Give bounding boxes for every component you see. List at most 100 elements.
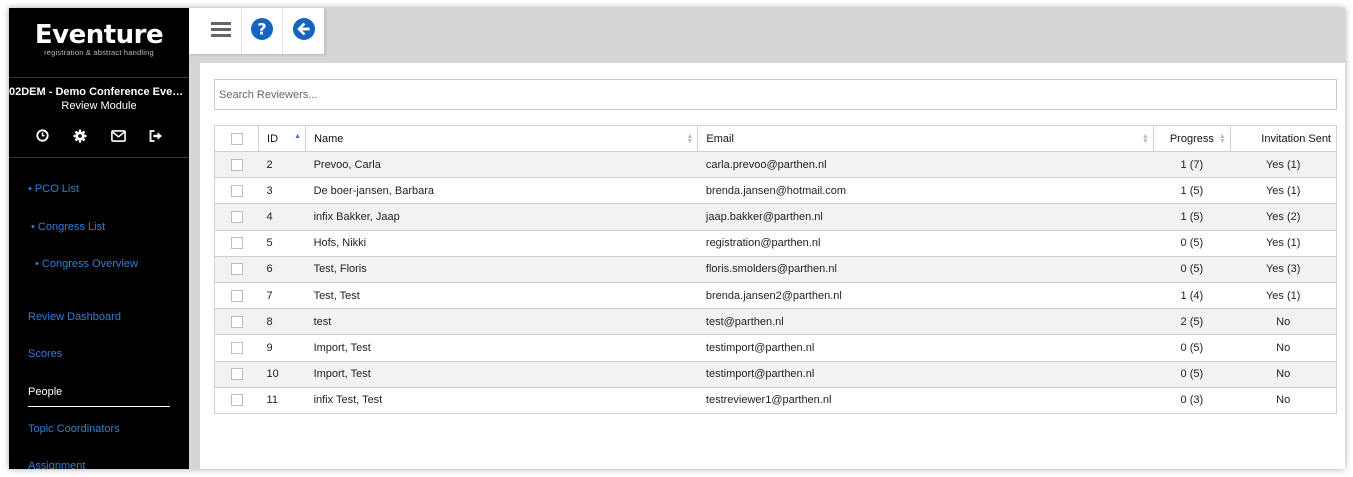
cell-email: testreviewer1@parthen.nl bbox=[697, 386, 1154, 414]
cell-invitation: No bbox=[1230, 386, 1338, 414]
module-name: Review Module bbox=[61, 100, 137, 112]
select-all-checkbox[interactable] bbox=[230, 132, 243, 145]
cell-invitation: Yes (1) bbox=[1230, 229, 1338, 257]
logo-block: Eventure registration & abstract handlin… bbox=[9, 8, 189, 78]
reviewers-table: ID ▲ Name ▲ ▼ Email ▲ ▼ Progress ▲ ▼ Invitation… bbox=[213, 125, 1338, 414]
toolbar: ? bbox=[189, 8, 325, 54]
logo: Eventure bbox=[34, 20, 164, 50]
column-header-progress[interactable]: Progress ▲ ▼ bbox=[1152, 125, 1231, 152]
cell-progress: 0 (3) bbox=[1153, 386, 1231, 414]
cell-invitation: Yes (1) bbox=[1230, 150, 1338, 179]
row-checkbox[interactable] bbox=[230, 315, 243, 328]
table-row[interactable]: 7 Test, Test brenda.jansen2@parthen.nl 1 (4… bbox=[213, 281, 1338, 310]
sidebar-item-pco-list[interactable]: • PCO List bbox=[28, 183, 79, 195]
svg-text:?: ? bbox=[257, 19, 266, 38]
event-name: 02DEM - Demo Conference Event… bbox=[9, 86, 189, 98]
back-button[interactable] bbox=[283, 8, 324, 54]
back-arrow-icon bbox=[292, 17, 315, 45]
row-checkbox[interactable] bbox=[230, 211, 243, 224]
cell-progress: 2 (5) bbox=[1153, 308, 1231, 336]
cell-invitation: Yes (1) bbox=[1230, 177, 1338, 205]
table-row[interactable]: 3 De boer-jansen, Barbara brenda.jansen@ho… bbox=[213, 177, 1338, 205]
cell-name: Test, Test bbox=[305, 281, 698, 310]
cell-email: test@parthen.nl bbox=[697, 308, 1154, 336]
cell-name: De boer-jansen, Barbara bbox=[305, 177, 698, 205]
cell-id: 9 bbox=[258, 334, 306, 362]
cell-email: testimport@parthen.nl bbox=[697, 334, 1154, 362]
sidebar: Eventure registration & abstract handlin… bbox=[9, 8, 189, 469]
cell-invitation: No bbox=[1230, 334, 1338, 362]
main-content: ID▲ Name▲▼ Email▲▼ Progress▲▼ Invitation… bbox=[200, 63, 1345, 469]
cell-name: Prevoo, Carla bbox=[305, 150, 698, 179]
cell-progress: 0 (5) bbox=[1153, 360, 1231, 388]
row-checkbox[interactable] bbox=[230, 263, 243, 276]
table-row[interactable]: 11 infix Test, Test testreviewer1@parthen.… bbox=[213, 386, 1338, 414]
sidebar-item-assignment[interactable]: Assignment bbox=[28, 460, 85, 469]
sidebar-item-review-dashboard[interactable]: Review Dashboard bbox=[28, 311, 121, 323]
gear-icon[interactable] bbox=[72, 127, 89, 144]
row-checkbox[interactable] bbox=[230, 394, 243, 407]
row-checkbox[interactable] bbox=[230, 368, 243, 381]
envelope-icon[interactable] bbox=[110, 127, 127, 144]
cell-name: Hofs, Nikki bbox=[305, 229, 698, 257]
cell-id: 8 bbox=[258, 308, 306, 336]
column-header-email[interactable]: Email ▲ ▼ bbox=[697, 125, 1154, 152]
clock-icon[interactable] bbox=[34, 127, 51, 144]
cell-progress: 1 (5) bbox=[1153, 203, 1231, 231]
cell-progress: 1 (7) bbox=[1153, 150, 1231, 179]
cell-id: 4 bbox=[258, 203, 306, 231]
cell-email: jaap.bakker@parthen.nl bbox=[697, 203, 1154, 231]
table-row[interactable]: 10 Import, Test testimport@parthen.nl 0 (5)… bbox=[213, 360, 1338, 388]
table-row[interactable]: 2 Prevoo, Carla carla.prevoo@parthen.nl 1 (… bbox=[213, 150, 1338, 179]
cell-progress: 1 (4) bbox=[1153, 281, 1231, 310]
menu-toggle-button[interactable] bbox=[201, 8, 243, 54]
sidebar-item-congress-list[interactable]: • Congress List bbox=[31, 221, 105, 233]
cell-id: 2 bbox=[258, 150, 306, 179]
sidebar-item-scores[interactable]: Scores bbox=[28, 348, 62, 360]
table-row[interactable]: 4 infix Bakker, Jaap jaap.bakker@parthen.n… bbox=[213, 203, 1338, 231]
column-header-id[interactable]: ID ▲ bbox=[258, 125, 307, 152]
cell-invitation: Yes (3) bbox=[1230, 255, 1338, 283]
cell-email: brenda.jansen@hotmail.com bbox=[697, 177, 1154, 205]
row-checkbox[interactable] bbox=[230, 184, 243, 197]
cell-name: infix Test, Test bbox=[305, 386, 698, 414]
search-input[interactable] bbox=[214, 79, 1337, 110]
sidebar-icon-row bbox=[9, 112, 189, 158]
active-item-underline bbox=[28, 406, 170, 407]
cell-email: floris.smolders@parthen.nl bbox=[697, 255, 1154, 283]
table-header-row: ID ▲ Name ▲ ▼ Email ▲ ▼ Progress ▲ ▼ Invitation… bbox=[213, 125, 1338, 152]
cell-id: 5 bbox=[258, 229, 306, 257]
sign-out-icon[interactable] bbox=[148, 127, 165, 144]
cell-email: registration@parthen.nl bbox=[697, 229, 1154, 257]
cell-name: infix Bakker, Jaap bbox=[305, 203, 698, 231]
table-row[interactable]: 9 Import, Test testimport@parthen.nl 0 (5) N… bbox=[213, 334, 1338, 362]
column-header-invitation-sent[interactable]: Invitation Sent bbox=[1229, 125, 1338, 152]
sort-icon: ▲ ▼ bbox=[686, 133, 694, 145]
select-all-header[interactable] bbox=[213, 125, 260, 152]
sidebar-item-congress-overview[interactable]: • Congress Overview bbox=[35, 258, 138, 270]
row-checkbox[interactable] bbox=[230, 341, 243, 354]
column-header-name[interactable]: Name ▲ ▼ bbox=[305, 125, 699, 152]
sort-icon: ▲ ▼ bbox=[1218, 133, 1226, 145]
help-button[interactable]: ? bbox=[242, 8, 284, 54]
help-icon: ? bbox=[251, 17, 274, 45]
cell-invitation: Yes (1) bbox=[1230, 281, 1338, 310]
cell-name: Test, Floris bbox=[305, 255, 698, 283]
cell-name: test bbox=[305, 308, 698, 336]
cell-id: 3 bbox=[258, 177, 306, 205]
cell-name: Import, Test bbox=[305, 360, 698, 388]
cell-email: carla.prevoo@parthen.nl bbox=[697, 150, 1154, 179]
cell-name: Import, Test bbox=[305, 334, 698, 362]
sidebar-item-people[interactable]: People bbox=[28, 386, 62, 398]
sidebar-item-topic-coordinators[interactable]: Topic Coordinators bbox=[28, 423, 120, 435]
cell-email: testimport@parthen.nl bbox=[697, 360, 1154, 388]
row-checkbox[interactable] bbox=[230, 158, 243, 171]
table-row[interactable]: 6 Test, Floris floris.smolders@parthen.nl 0… bbox=[213, 255, 1338, 283]
row-checkbox[interactable] bbox=[230, 289, 243, 302]
table-row[interactable]: 8 test test@parthen.nl 2 (5) No bbox=[213, 308, 1338, 336]
cell-id: 6 bbox=[258, 255, 306, 283]
cell-progress: 1 (5) bbox=[1153, 177, 1231, 205]
cell-id: 7 bbox=[258, 281, 306, 310]
table-row[interactable]: 5 Hofs, Nikki registration@parthen.nl 0 (5)… bbox=[213, 229, 1338, 257]
row-checkbox[interactable] bbox=[230, 237, 243, 250]
